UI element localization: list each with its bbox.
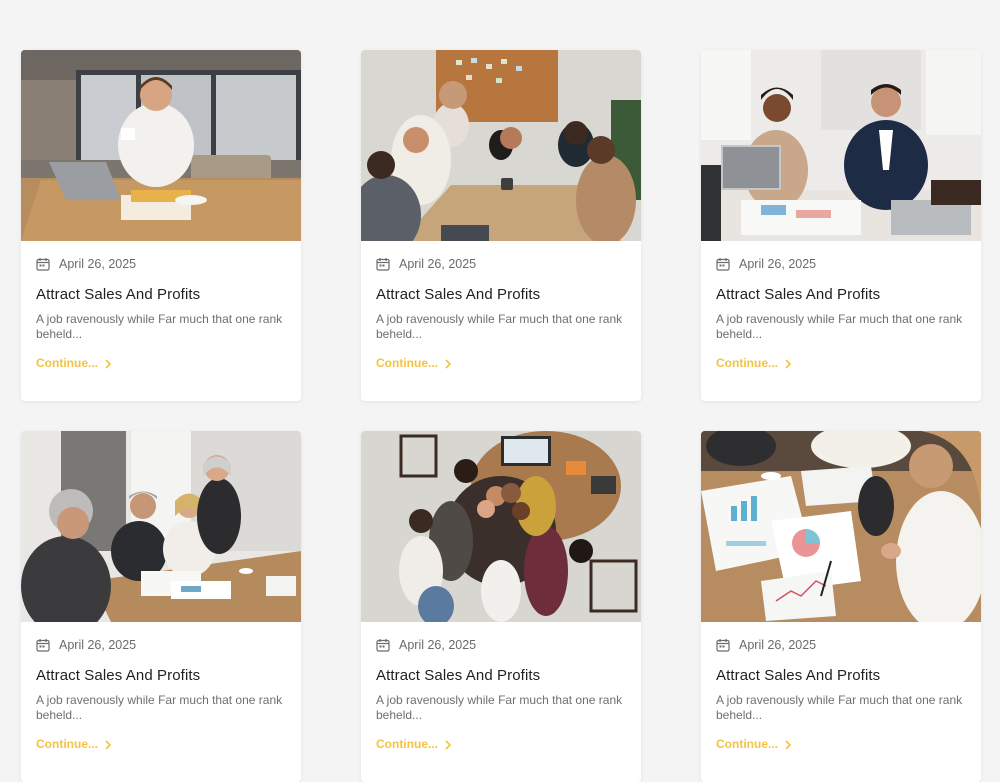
chevron-right-icon bbox=[444, 358, 452, 369]
blog-card: April 26, 2025 Attract Sales And Profits… bbox=[21, 431, 301, 782]
boardroom-presentation-photo[interactable] bbox=[21, 431, 301, 622]
blog-card: April 26, 2025 Attract Sales And Profits… bbox=[361, 431, 641, 782]
continue-link[interactable]: Continue... bbox=[376, 737, 452, 751]
post-excerpt: A job ravenously while Far much that one… bbox=[376, 312, 623, 341]
post-excerpt: A job ravenously while Far much that one… bbox=[716, 312, 963, 341]
calendar-icon bbox=[36, 638, 50, 652]
continue-link-label: Continue... bbox=[716, 737, 778, 751]
blog-card: April 26, 2025 Attract Sales And Profits… bbox=[361, 50, 641, 401]
post-date: April 26, 2025 bbox=[716, 637, 816, 653]
chevron-right-icon bbox=[784, 739, 792, 750]
continue-link-label: Continue... bbox=[376, 737, 438, 751]
continue-link-label: Continue... bbox=[376, 356, 438, 370]
post-title[interactable]: Attract Sales And Profits bbox=[36, 286, 200, 303]
post-date-text: April 26, 2025 bbox=[59, 638, 137, 652]
post-title[interactable]: Attract Sales And Profits bbox=[716, 286, 880, 303]
post-excerpt: A job ravenously while Far much that one… bbox=[376, 693, 623, 722]
post-date: April 26, 2025 bbox=[716, 256, 816, 272]
post-title[interactable]: Attract Sales And Profits bbox=[716, 667, 880, 684]
continue-link-label: Continue... bbox=[716, 356, 778, 370]
team-handshake-meeting-photo[interactable] bbox=[361, 50, 641, 241]
post-title[interactable]: Attract Sales And Profits bbox=[376, 286, 540, 303]
chevron-right-icon bbox=[104, 739, 112, 750]
post-excerpt: A job ravenously while Far much that one… bbox=[716, 693, 963, 722]
post-date: April 26, 2025 bbox=[376, 637, 476, 653]
blog-card: April 26, 2025 Attract Sales And Profits… bbox=[701, 431, 981, 782]
charts-on-table-analysis-photo[interactable] bbox=[701, 431, 981, 622]
chevron-right-icon bbox=[784, 358, 792, 369]
post-title[interactable]: Attract Sales And Profits bbox=[36, 667, 200, 684]
chevron-right-icon bbox=[104, 358, 112, 369]
post-date: April 26, 2025 bbox=[36, 637, 136, 653]
calendar-icon bbox=[716, 638, 730, 652]
continue-link-label: Continue... bbox=[36, 737, 98, 751]
post-date: April 26, 2025 bbox=[36, 256, 136, 272]
calendar-icon bbox=[376, 257, 390, 271]
continue-link[interactable]: Continue... bbox=[716, 356, 792, 370]
calendar-icon bbox=[36, 257, 50, 271]
post-excerpt: A job ravenously while Far much that one… bbox=[36, 312, 283, 341]
post-excerpt: A job ravenously while Far much that one… bbox=[36, 693, 283, 722]
post-date-text: April 26, 2025 bbox=[399, 257, 477, 271]
two-colleagues-at-desk-photo[interactable] bbox=[701, 50, 981, 241]
continue-link[interactable]: Continue... bbox=[716, 737, 792, 751]
post-date: April 26, 2025 bbox=[376, 256, 476, 272]
post-date-text: April 26, 2025 bbox=[59, 257, 137, 271]
calendar-icon bbox=[716, 257, 730, 271]
team-hands-together-overhead-photo[interactable] bbox=[361, 431, 641, 622]
calendar-icon bbox=[376, 638, 390, 652]
chevron-right-icon bbox=[444, 739, 452, 750]
continue-link[interactable]: Continue... bbox=[36, 737, 112, 751]
post-date-text: April 26, 2025 bbox=[739, 257, 817, 271]
blog-card: April 26, 2025 Attract Sales And Profits… bbox=[701, 50, 981, 401]
man-with-laptop-and-coffee-photo[interactable] bbox=[21, 50, 301, 241]
blog-card: April 26, 2025 Attract Sales And Profits… bbox=[21, 50, 301, 401]
continue-link[interactable]: Continue... bbox=[36, 356, 112, 370]
continue-link[interactable]: Continue... bbox=[376, 356, 452, 370]
post-date-text: April 26, 2025 bbox=[739, 638, 817, 652]
post-date-text: April 26, 2025 bbox=[399, 638, 477, 652]
continue-link-label: Continue... bbox=[36, 356, 98, 370]
post-title[interactable]: Attract Sales And Profits bbox=[376, 667, 540, 684]
